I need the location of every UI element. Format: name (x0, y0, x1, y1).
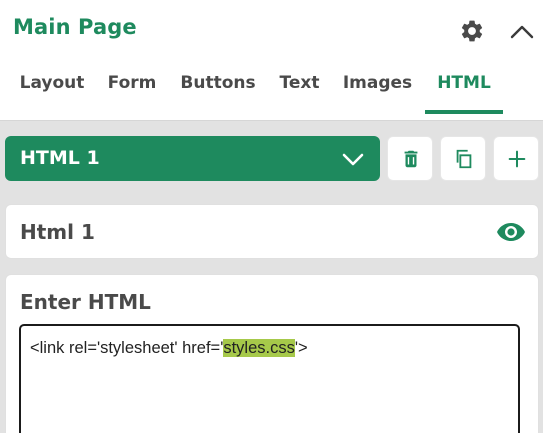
active-tab-indicator (425, 110, 503, 114)
code-text: <link rel='stylesheet' href=' (30, 339, 224, 357)
dropdown-value: HTML 1 (20, 147, 100, 169)
page-title: Main Page (13, 15, 137, 39)
html-element-dropdown[interactable]: HTML 1 (5, 136, 380, 181)
add-button[interactable] (493, 136, 539, 181)
duplicate-button[interactable] (440, 136, 486, 181)
tab-images[interactable]: Images (336, 62, 419, 121)
element-name-card: Html 1 (5, 204, 539, 259)
code-text-end: '> (294, 339, 308, 357)
chevron-up-icon[interactable] (508, 18, 536, 44)
element-name[interactable]: Html 1 (20, 205, 95, 260)
copy-icon (456, 149, 472, 169)
html-editor-label: Enter HTML (20, 290, 151, 314)
html-panel: Main Page Layout Form Buttons Text Image… (0, 0, 543, 433)
plus-icon (508, 150, 526, 168)
eye-icon[interactable] (496, 220, 526, 244)
delete-button[interactable] (387, 136, 433, 181)
panel-header: Main Page Layout Form Buttons Text Image… (0, 0, 543, 121)
tab-buttons[interactable]: Buttons (173, 62, 263, 121)
tab-layout[interactable]: Layout (13, 62, 91, 121)
trash-icon (404, 150, 418, 168)
code-highlighted-text: styles.css (223, 339, 295, 357)
chevron-down-icon (342, 153, 364, 166)
html-code-editor[interactable]: <link rel='stylesheet' href='styles.css'… (19, 324, 520, 433)
tab-form[interactable]: Form (99, 62, 165, 121)
tab-text[interactable]: Text (271, 62, 328, 121)
gear-icon[interactable] (459, 18, 485, 44)
html-editor-card: Enter HTML <link rel='stylesheet' href='… (5, 274, 539, 433)
